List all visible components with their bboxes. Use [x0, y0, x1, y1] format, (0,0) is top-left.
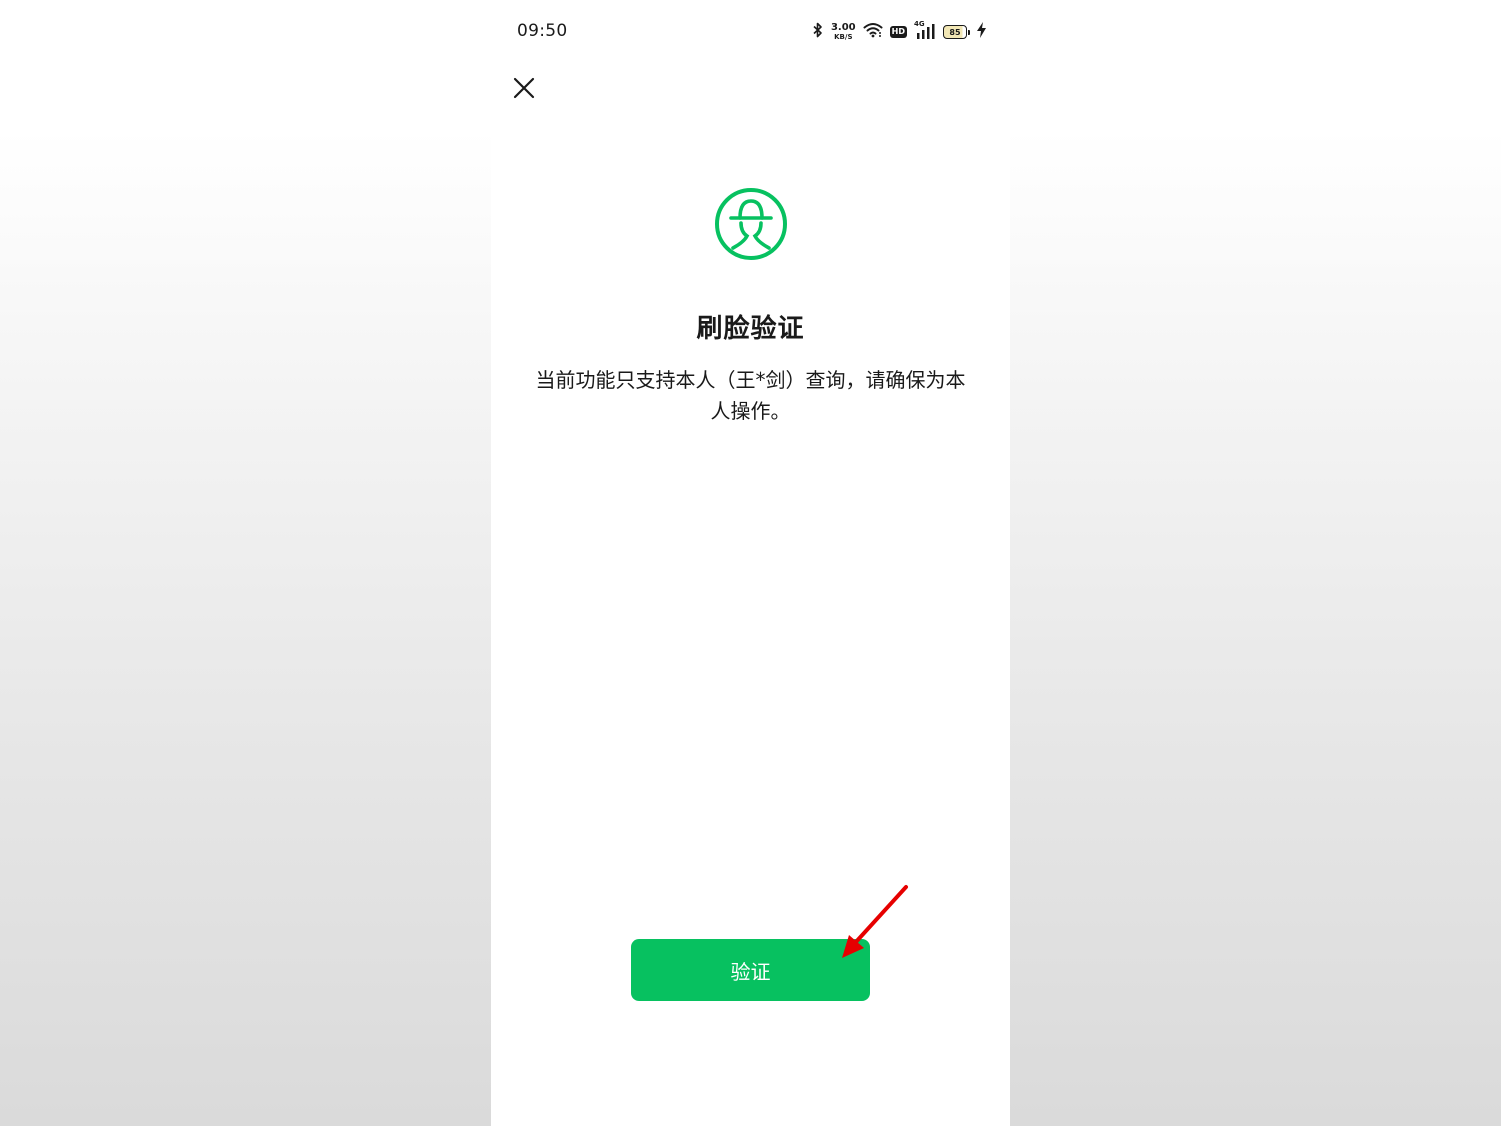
signal-icon: 4G: [914, 21, 936, 41]
bluetooth-icon: [812, 22, 824, 42]
page-title: 刷脸验证: [696, 314, 805, 344]
status-icons: 3.00 KB/S HD 4G 85: [812, 21, 986, 43]
close-button[interactable]: [510, 74, 538, 102]
network-speed: 3.00 KB/S: [831, 23, 856, 41]
network-speed-value: 3.00: [830, 22, 856, 33]
face-recognition-icon: [714, 187, 788, 261]
network-speed-unit: KB/S: [834, 33, 853, 41]
phone-screen: 09:50 3.00 KB/S HD 4G 85 刷脸验证 当前功能只支持本人（…: [491, 0, 1010, 1126]
verification-description: 当前功能只支持本人（王*剑）查询，请确保为本人操作。: [535, 368, 966, 423]
status-bar: 09:50 3.00 KB/S HD 4G 85: [491, 0, 1010, 62]
charging-icon: [977, 22, 986, 42]
close-icon: [513, 77, 535, 99]
wifi-icon: [863, 22, 883, 42]
verify-button[interactable]: 验证: [631, 939, 870, 1001]
battery-icon: 85: [943, 25, 970, 39]
battery-level: 85: [943, 25, 967, 39]
hd-badge: HD: [889, 26, 907, 38]
status-time: 09:50: [517, 21, 568, 41]
